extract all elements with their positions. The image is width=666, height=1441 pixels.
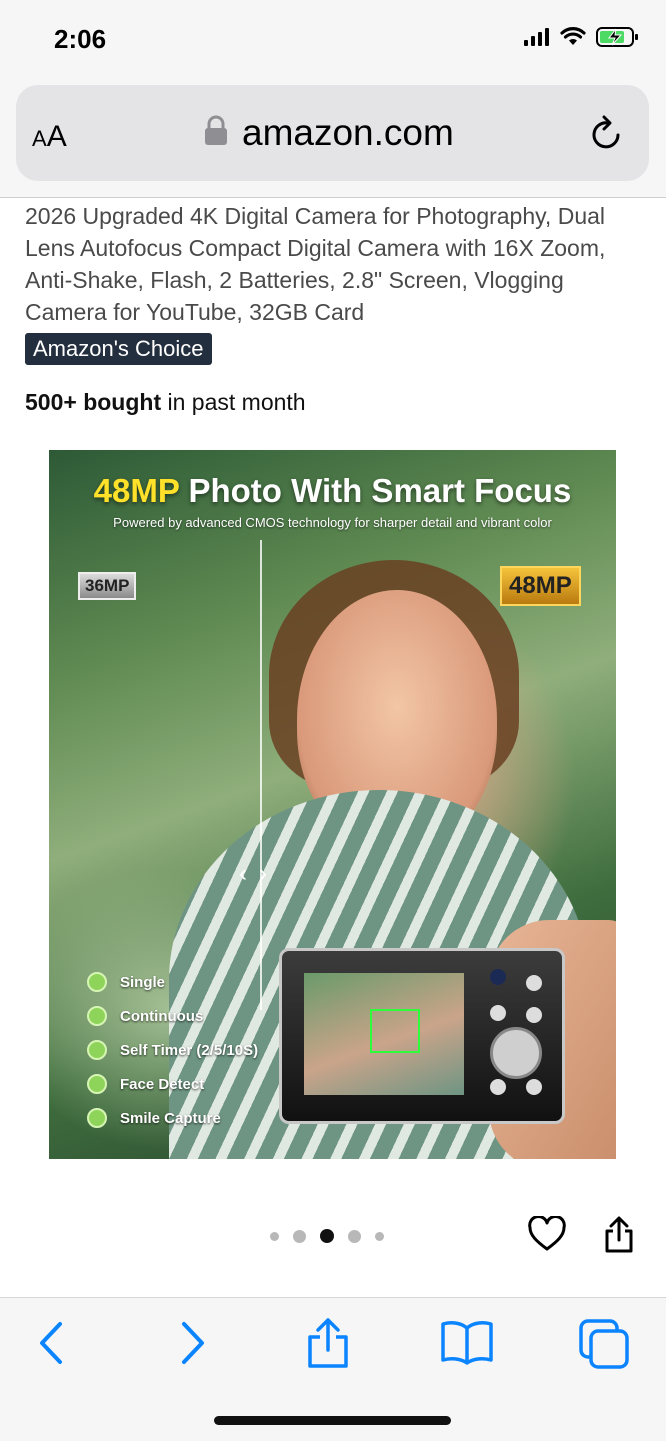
face-detect-icon xyxy=(87,1074,107,1094)
camera-button xyxy=(490,1079,506,1095)
status-bar: 2:06 xyxy=(0,0,666,80)
image-camera xyxy=(279,948,565,1124)
tabs-icon[interactable] xyxy=(578,1318,632,1370)
text-size-label-small: A xyxy=(32,126,47,151)
feature-label: Face Detect xyxy=(120,1075,205,1093)
lock-icon xyxy=(205,115,227,145)
chevron-right-icon[interactable] xyxy=(178,1318,208,1368)
address-domain[interactable]: amazon.com xyxy=(242,112,454,154)
image-tag-left: 36MP xyxy=(78,572,137,600)
feature-label: Self Timer (2/5/10S) xyxy=(120,1041,259,1059)
battery-charging-icon xyxy=(596,27,638,47)
chevron-left-icon[interactable] xyxy=(36,1318,66,1368)
image-feature-list: Single Continuous Self Timer (2/5/10S) F… xyxy=(87,965,258,1135)
camera-button xyxy=(526,975,542,991)
share-toolbar-icon[interactable] xyxy=(306,1318,350,1370)
status-time: 2:06 xyxy=(54,24,107,54)
image-tag-right: 48MP xyxy=(500,566,581,606)
status-icons xyxy=(524,26,640,48)
camera-mode-icon xyxy=(87,972,107,992)
carousel-dot-active[interactable] xyxy=(320,1229,334,1243)
image-subheadline: Powered by advanced CMOS technology for … xyxy=(113,515,552,530)
smile-icon xyxy=(87,1108,107,1128)
image-headline-rest: Photo With Smart Focus xyxy=(179,472,572,509)
feature-label: Continuous xyxy=(120,1007,204,1025)
product-image[interactable]: 48MP Photo With Smart Focus Powered by a… xyxy=(49,450,616,1159)
camera-dpad xyxy=(490,1027,542,1079)
bought-in-past-month: 500+ bought in past month xyxy=(25,389,306,416)
feature-item: Face Detect xyxy=(87,1067,258,1101)
comparison-slider-arrows: ‹› xyxy=(239,860,279,887)
timer-icon xyxy=(87,1040,107,1060)
share-icon[interactable] xyxy=(603,1216,635,1254)
feature-label: Single xyxy=(120,973,166,991)
focus-box xyxy=(370,1009,420,1053)
feature-item: Self Timer (2/5/10S) xyxy=(87,1033,258,1067)
amazons-choice-badge[interactable]: Amazon's Choice xyxy=(25,333,212,365)
carousel-dot[interactable] xyxy=(375,1231,384,1241)
feature-item: Smile Capture xyxy=(87,1101,258,1135)
text-size-label-large: A xyxy=(46,120,67,153)
camera-button xyxy=(526,1007,542,1023)
comparison-divider xyxy=(260,540,262,1010)
cellular-signal-icon xyxy=(524,28,549,46)
carousel-dot[interactable] xyxy=(270,1231,279,1241)
product-title[interactable]: 2026 Upgraded 4K Digital Camera for Phot… xyxy=(25,200,645,328)
bought-count: 500+ bought xyxy=(25,389,162,415)
book-icon[interactable] xyxy=(440,1318,494,1366)
camera-lens-icon xyxy=(490,969,506,985)
toolbar-divider xyxy=(0,197,666,198)
heart-icon[interactable] xyxy=(528,1216,566,1252)
feature-item: Single xyxy=(87,965,258,999)
wifi-icon xyxy=(560,27,586,45)
home-indicator xyxy=(214,1416,451,1425)
reload-icon[interactable] xyxy=(590,115,624,153)
image-carousel-dots[interactable] xyxy=(270,1229,384,1243)
feature-label: Smile Capture xyxy=(120,1109,221,1127)
bought-suffix: in past month xyxy=(161,389,306,415)
camera-button xyxy=(526,1079,542,1095)
carousel-dot[interactable] xyxy=(293,1229,306,1243)
image-headline-highlight: 48MP xyxy=(93,472,180,509)
camera-button xyxy=(490,1005,506,1021)
camera-screen xyxy=(304,973,464,1095)
image-headline: 48MP Photo With Smart Focus xyxy=(49,472,616,510)
feature-item: Continuous xyxy=(87,999,258,1033)
carousel-dot[interactable] xyxy=(348,1229,361,1243)
text-size-button[interactable]: AA xyxy=(32,120,67,154)
burst-mode-icon xyxy=(87,1006,107,1026)
